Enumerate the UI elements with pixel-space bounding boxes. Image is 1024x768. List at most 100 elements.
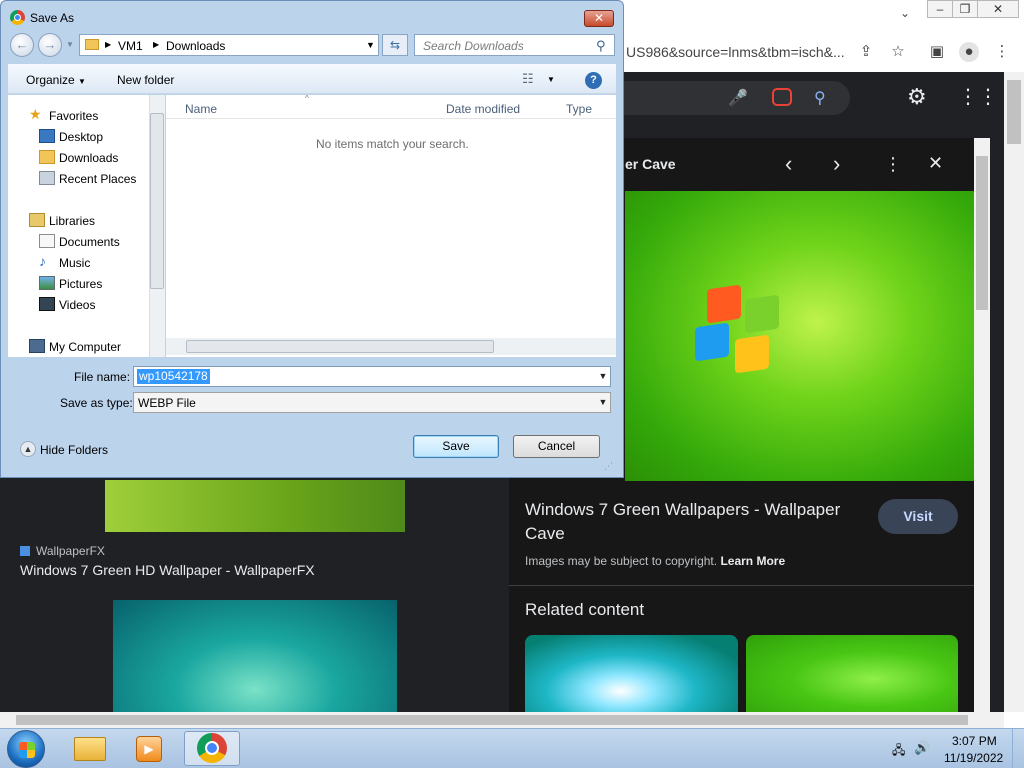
folder-icon [85, 39, 99, 50]
next-arrow-icon[interactable]: › [833, 151, 840, 177]
empty-message: No items match your search. [316, 137, 469, 151]
videos-icon [39, 297, 55, 311]
column-date-modified[interactable]: Date modified [446, 102, 520, 116]
file-name-dropdown-icon[interactable]: ▼ [596, 367, 610, 386]
recent-places-icon [39, 171, 55, 185]
forward-button[interactable]: → [38, 33, 62, 57]
chrome-app-icon [10, 10, 25, 25]
close-preview-icon[interactable]: ✕ [928, 153, 943, 174]
result-title[interactable]: Windows 7 Green Wallpapers - Wallpaper C… [525, 498, 870, 546]
result-title-left[interactable]: Windows 7 Green HD Wallpaper - Wallpaper… [20, 562, 315, 578]
save-type-value[interactable]: WEBP File [138, 396, 196, 410]
result-source[interactable]: WallpaperFX [20, 544, 105, 558]
flag-red [707, 284, 741, 324]
documents-icon [39, 234, 55, 248]
save-type-select[interactable] [133, 392, 611, 413]
view-options-icon[interactable]: ☷ [522, 71, 534, 87]
new-folder-button[interactable]: New folder [117, 73, 174, 87]
search-icon[interactable]: ⚲ [596, 38, 606, 54]
star-icon: ★ [29, 106, 42, 122]
page-scroll-thumb[interactable] [1007, 80, 1021, 144]
save-type-dropdown-icon[interactable]: ▼ [596, 393, 610, 412]
horizontal-scroll-thumb[interactable] [16, 715, 968, 725]
address-dropdown-icon[interactable]: ▼ [366, 40, 375, 50]
dialog-close-button[interactable]: ✕ [584, 10, 614, 27]
flag-blue [695, 322, 729, 362]
column-type[interactable]: Type [566, 102, 592, 116]
profile-avatar-icon[interactable]: ● [957, 40, 981, 64]
pictures-icon [39, 276, 55, 290]
flag-green [745, 294, 779, 334]
volume-icon[interactable]: 🔊 [914, 740, 930, 756]
close-window-button[interactable]: ✕ [977, 0, 1019, 18]
taskbar-media-player[interactable]: ▶ [122, 731, 178, 766]
settings-gear-icon[interactable]: ⚙ [907, 84, 927, 110]
related-heading: Related content [525, 600, 645, 619]
menu-kebab-icon[interactable]: ⋮ [990, 40, 1014, 64]
visit-button[interactable]: Visit [878, 499, 958, 534]
prev-arrow-icon[interactable]: ‹ [785, 151, 792, 177]
file-list[interactable] [166, 95, 616, 357]
clock-date[interactable]: 11/19/2022 [944, 751, 1003, 765]
refresh-button[interactable]: ⇆ [382, 34, 408, 56]
restore-button[interactable]: ❐ [952, 0, 978, 18]
nav-scroll-thumb[interactable] [150, 113, 164, 289]
file-name-label: File name: [74, 370, 131, 384]
more-options-icon[interactable]: ⋮ [884, 154, 902, 175]
history-dropdown-icon[interactable]: ▼ [66, 40, 74, 49]
chrome-icon [197, 733, 227, 763]
file-list-scroll-thumb[interactable] [186, 340, 494, 353]
help-icon[interactable]: ? [585, 72, 602, 89]
related-thumbnail[interactable] [746, 635, 958, 715]
save-type-label: Save as type: [60, 396, 133, 410]
breadcrumb-chevron-icon[interactable]: ▶ [153, 40, 159, 49]
start-button[interactable] [7, 730, 45, 768]
music-icon: ♪ [39, 253, 46, 269]
taskbar-explorer[interactable] [62, 731, 118, 766]
resize-grip-icon[interactable]: ⋰ [604, 461, 613, 472]
breadcrumb-downloads[interactable]: Downloads [166, 39, 225, 53]
search-placeholder: Search Downloads [423, 39, 524, 53]
network-icon[interactable]: 🖧 [892, 741, 905, 762]
url-text[interactable]: US986&source=lnms&tbm=isch&... [626, 44, 845, 60]
apps-grid-icon[interactable]: ⋮⋮ [958, 84, 998, 109]
computer-icon [29, 339, 45, 353]
downloads-folder-icon [39, 150, 55, 164]
back-button[interactable]: ← [10, 33, 34, 57]
hide-folders-icon[interactable]: ▲ [20, 441, 36, 457]
save-button[interactable]: Save [413, 435, 499, 458]
result-thumbnail[interactable] [105, 480, 405, 532]
share-icon[interactable]: ⇪ [854, 40, 878, 64]
vertical-scroll-thumb[interactable] [976, 156, 988, 310]
file-name-value[interactable]: wp10542178 [137, 369, 210, 384]
bookmark-star-icon[interactable]: ☆ [886, 40, 910, 64]
breadcrumb-chevron-icon[interactable]: ▶ [105, 40, 111, 49]
media-player-icon: ▶ [136, 736, 162, 762]
related-thumbnail[interactable] [525, 635, 738, 715]
flag-yellow [735, 334, 769, 374]
breadcrumb-vm1[interactable]: VM1 [118, 39, 143, 53]
preview-image[interactable] [625, 191, 974, 481]
search-icon[interactable]: ⚲ [814, 88, 826, 108]
organize-button[interactable]: Organize ▼ [26, 73, 86, 87]
view-dropdown-icon[interactable]: ▼ [547, 75, 555, 84]
column-header-row [166, 97, 616, 119]
tab-search-icon[interactable]: ⌄ [896, 6, 914, 24]
result-thumbnail[interactable] [113, 600, 397, 712]
show-desktop-button[interactable] [1012, 729, 1024, 768]
side-panel-icon[interactable]: ▣ [925, 40, 949, 64]
voice-search-icon[interactable]: 🎤 [728, 88, 748, 108]
minimize-button[interactable]: – [927, 0, 953, 18]
libraries-icon [29, 213, 45, 227]
column-name[interactable]: Name [185, 102, 217, 116]
lens-search-icon[interactable] [772, 88, 792, 106]
clock-time[interactable]: 3:07 PM [952, 734, 997, 748]
divider [509, 585, 974, 586]
preview-title[interactable]: er Cave [625, 156, 676, 172]
taskbar-chrome[interactable] [184, 731, 240, 766]
hide-folders-button[interactable]: Hide Folders [40, 443, 108, 457]
page-scrollbar[interactable] [1004, 72, 1024, 712]
cancel-button[interactable]: Cancel [513, 435, 600, 458]
sort-up-icon: ^ [305, 94, 309, 103]
learn-more-link[interactable]: Learn More [720, 554, 785, 568]
